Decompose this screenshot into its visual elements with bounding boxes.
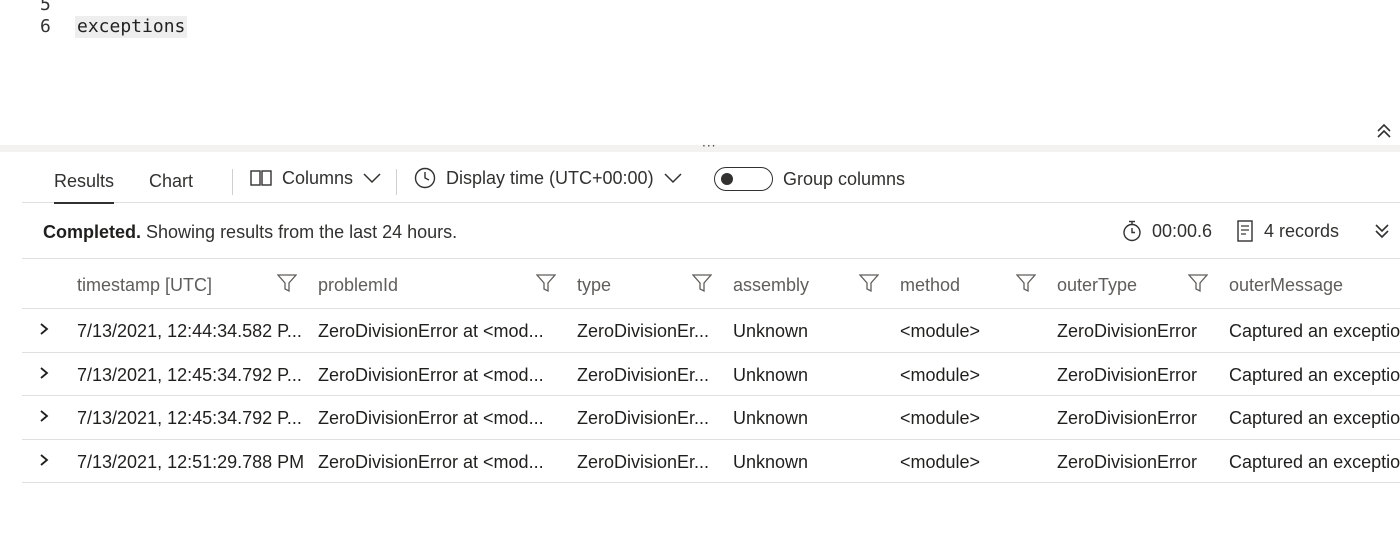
columns-label: Columns [282,167,354,188]
column-header-problemid[interactable]: problemId [318,259,398,309]
status-message: Completed. Showing results from the last… [43,203,457,261]
cell-assembly: Unknown [733,321,809,341]
pane-splitter[interactable]: ··· [0,139,1400,153]
cell-method: <module> [900,408,981,428]
cell-timestamp: 7/13/2021, 12:51:29.788 PM [77,451,305,472]
cell-outertype: ZeroDivisionError [1057,451,1198,472]
cell-outermessage: Captured an exception [1229,408,1400,428]
cell-type: ZeroDivisionEr... [577,364,710,385]
chevron-down-icon [664,172,682,183]
query-status-bar: Completed. Showing results from the last… [22,203,1400,259]
table-row[interactable]: 7/13/2021, 12:45:34.792 P... ZeroDivisio… [22,353,1400,396]
document-icon [1237,220,1253,242]
cell-outermessage: Captured an exception [1229,364,1400,385]
table-row[interactable]: 7/13/2021, 12:44:34.582 P... ZeroDivisio… [22,309,1400,353]
tab-results[interactable]: Results [54,152,115,204]
chevron-down-icon [363,172,381,183]
column-header-assembly[interactable]: assembly [733,259,809,309]
cell-outertype: ZeroDivisionError [1057,364,1198,385]
column-header-timestamp[interactable]: timestamp [UTC] [77,259,212,309]
group-columns-label: Group columns [783,169,906,189]
cell-outertype: ZeroDivisionError [1057,321,1198,341]
grid-header: timestamp [UTC] problemId type assembly … [22,259,1400,309]
tab-label: Results [54,171,115,191]
column-header-type[interactable]: type [577,259,611,309]
cell-outertype: ZeroDivisionError [1057,408,1198,428]
chevron-right-icon[interactable] [38,408,50,424]
cell-assembly: Unknown [733,408,809,428]
display-time-label: Display time (UTC+00:00) [446,167,654,188]
group-columns-toggle[interactable] [714,167,773,191]
cell-outermessage: Captured an exception [1229,451,1400,472]
expand-all-button[interactable] [1374,203,1390,259]
splitter-grip-icon: ··· [702,139,717,153]
status-detail: Showing results from the last 24 hours. [141,222,458,242]
toggle-knob [721,173,733,185]
clock-icon [414,167,436,188]
cell-outermessage: Captured an exception [1229,321,1400,341]
chevron-right-icon[interactable] [38,365,50,381]
record-count: 4 records [1236,203,1339,259]
columns-icon [250,169,272,186]
cell-assembly: Unknown [733,364,809,385]
filter-icon[interactable] [1016,273,1036,293]
cell-method: <module> [900,321,981,341]
filter-icon[interactable] [536,273,556,293]
query-duration: 00:00.6 [1122,203,1212,259]
line-number: 5 [40,0,51,15]
filter-icon[interactable] [692,273,712,293]
cell-timestamp: 7/13/2021, 12:44:34.582 P... [77,321,302,341]
cell-problemid: ZeroDivisionError at <mod... [318,321,544,341]
double-chevron-down-icon [1375,224,1389,239]
collapse-editor-button[interactable] [1372,120,1396,142]
filter-icon[interactable] [277,273,297,293]
display-time-button[interactable]: Display time (UTC+00:00) [414,152,682,203]
double-chevron-up-icon [1377,123,1391,138]
results-toolbar: Results Chart Columns Display time (UTC+… [22,152,1400,204]
duration-value: 00:00.6 [1152,221,1213,241]
cell-timestamp: 7/13/2021, 12:45:34.792 P... [77,364,302,385]
chevron-right-icon[interactable] [38,321,50,337]
cell-method: <module> [900,451,981,472]
cell-problemid: ZeroDivisionError at <mod... [318,364,544,385]
toolbar-divider [232,169,233,195]
cell-problemid: ZeroDivisionError at <mod... [318,451,544,472]
columns-button[interactable]: Columns [250,152,381,203]
cell-assembly: Unknown [733,451,809,472]
cell-type: ZeroDivisionEr... [577,408,710,428]
tab-label: Chart [149,171,194,191]
tab-chart[interactable]: Chart [149,152,193,203]
cell-type: ZeroDivisionEr... [577,451,710,472]
code-text[interactable]: exceptions [75,16,188,38]
results-grid: timestamp [UTC] problemId type assembly … [22,259,1400,483]
cell-type: ZeroDivisionEr... [577,321,710,341]
status-state: Completed. [43,222,142,242]
column-header-outermessage[interactable]: outerMessage [1229,259,1343,309]
filter-icon[interactable] [859,273,879,293]
column-header-outertype[interactable]: outerType [1057,259,1137,309]
stopwatch-icon [1123,220,1141,242]
chevron-right-icon[interactable] [38,452,50,468]
cell-problemid: ZeroDivisionError at <mod... [318,408,544,428]
toolbar-divider [396,169,397,195]
column-header-method[interactable]: method [900,259,960,309]
table-row[interactable]: 7/13/2021, 12:51:29.788 PM ZeroDivisionE… [22,440,1400,483]
cell-timestamp: 7/13/2021, 12:45:34.792 P... [77,408,302,428]
line-number: 6 [40,16,51,37]
query-editor[interactable]: 5 6 exceptions [0,0,1400,146]
filter-icon[interactable] [1188,273,1208,293]
cell-method: <module> [900,364,981,385]
table-row[interactable]: 7/13/2021, 12:45:34.792 P... ZeroDivisio… [22,396,1400,440]
records-value: 4 records [1264,221,1340,241]
